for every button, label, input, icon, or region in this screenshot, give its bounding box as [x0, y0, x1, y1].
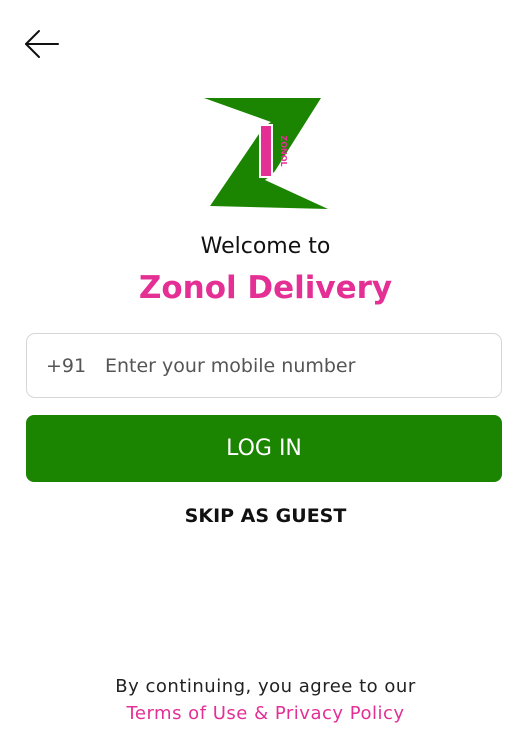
back-button[interactable]: [20, 26, 64, 62]
country-code[interactable]: +91: [46, 355, 105, 377]
phone-field[interactable]: +91: [26, 333, 502, 398]
terms-privacy-link[interactable]: Terms of Use & Privacy Policy: [0, 703, 531, 724]
zonol-logo: ZONOL: [200, 96, 332, 212]
arrow-left-icon: [25, 30, 59, 58]
login-button[interactable]: LOG IN: [26, 415, 502, 482]
logo-vertical-text: ZONOL: [279, 135, 288, 166]
terms-notice-text: By continuing, you agree to our: [115, 676, 416, 697]
mobile-number-input[interactable]: [105, 354, 475, 377]
login-button-label: LOG IN: [226, 436, 302, 461]
app-name-title: Zonol Delivery: [138, 270, 393, 306]
skip-as-guest-link[interactable]: SKIP AS GUEST: [0, 505, 531, 527]
welcome-heading: Welcome to: [200, 234, 331, 259]
